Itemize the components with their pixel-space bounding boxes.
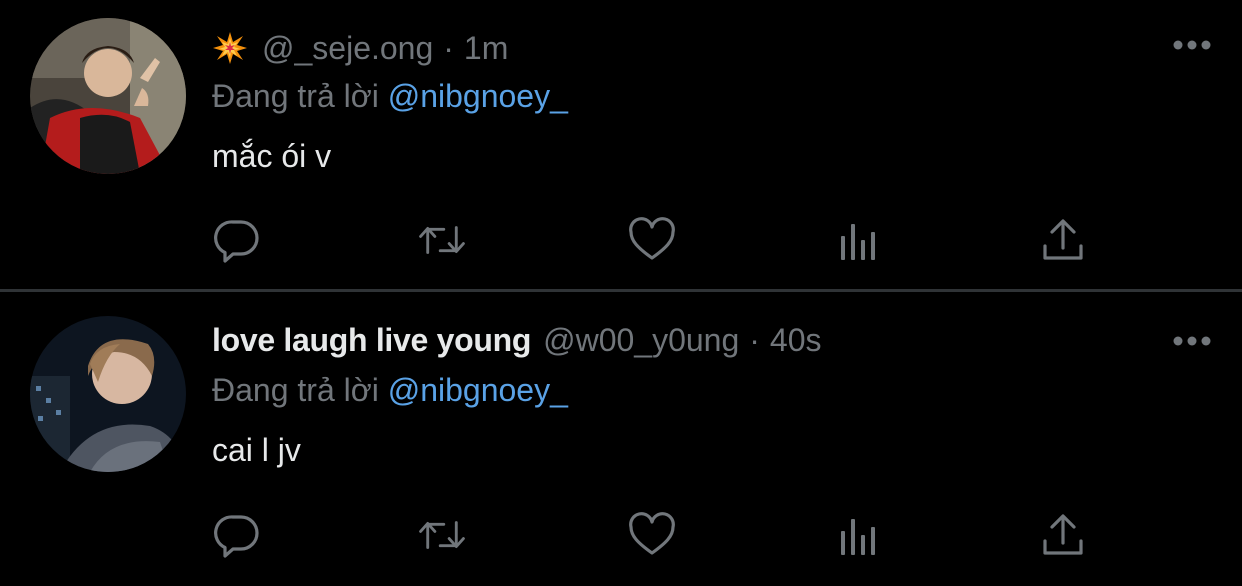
user-handle[interactable]: @w00_y0ung	[543, 322, 739, 359]
more-icon[interactable]	[1172, 334, 1212, 348]
share-icon[interactable]	[1038, 510, 1088, 560]
collision-emoji-icon	[212, 30, 248, 66]
replying-to: Đang trả lời @nibgnoey_	[212, 78, 568, 115]
tweet-text: cai l jv	[212, 432, 301, 468]
timestamp[interactable]: 40s	[770, 322, 822, 359]
views-icon[interactable]	[834, 510, 884, 560]
display-name[interactable]: love laugh live young	[212, 322, 531, 359]
tweet-header: @_seje.ong · 1m	[212, 28, 508, 68]
reply-icon[interactable]	[212, 215, 262, 265]
retweet-icon[interactable]	[417, 215, 467, 265]
timestamp[interactable]: 1m	[464, 30, 508, 67]
more-icon[interactable]	[1172, 38, 1212, 52]
mention-link[interactable]: @nibgnoey_	[388, 78, 568, 114]
action-bar	[212, 215, 1092, 265]
tweet-header: love laugh live young @w00_y0ung · 40s	[212, 320, 822, 360]
tweet-2[interactable]: love laugh live young @w00_y0ung · 40s Đ…	[0, 292, 1242, 586]
mention-link[interactable]: @nibgnoey_	[388, 372, 568, 408]
avatar[interactable]	[30, 18, 186, 174]
user-handle[interactable]: @_seje.ong	[262, 30, 433, 67]
avatar[interactable]	[30, 316, 186, 472]
reply-icon[interactable]	[212, 510, 262, 560]
share-icon[interactable]	[1038, 215, 1088, 265]
tweet-text: mắc ói v	[212, 138, 332, 174]
separator-dot: ·	[443, 29, 454, 66]
replying-to: Đang trả lời @nibgnoey_	[212, 372, 568, 409]
reply-prefix: Đang trả lời	[212, 78, 379, 114]
reply-prefix: Đang trả lời	[212, 372, 379, 408]
like-icon[interactable]	[627, 510, 677, 560]
tweet-1[interactable]: @_seje.ong · 1m Đang trả lời @nibgnoey_ …	[0, 0, 1242, 289]
like-icon[interactable]	[627, 215, 677, 265]
separator-dot: ·	[749, 321, 760, 358]
views-icon[interactable]	[834, 215, 884, 265]
retweet-icon[interactable]	[417, 510, 467, 560]
action-bar	[212, 510, 1092, 560]
